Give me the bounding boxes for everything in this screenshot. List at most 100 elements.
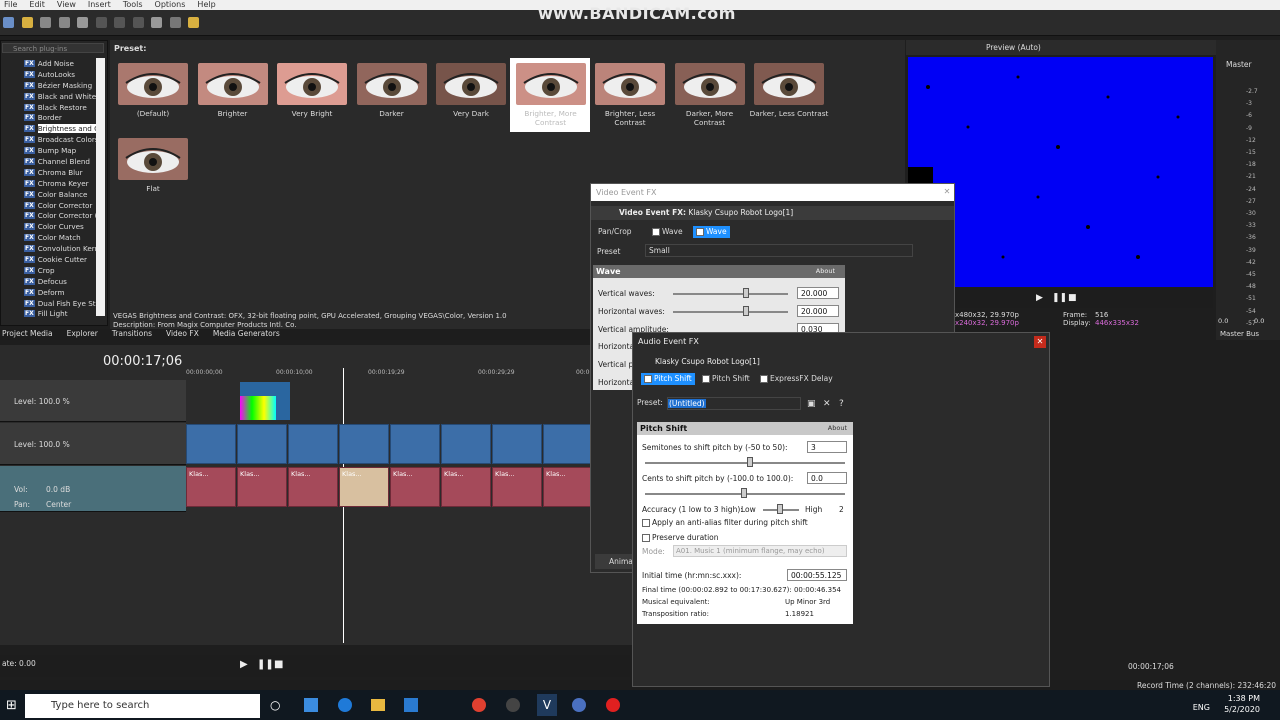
plugin-list-item[interactable]: FX Channel Blend	[2, 156, 96, 167]
dock-tab[interactable]: Transitions	[110, 329, 164, 340]
plugin-list-scrollbar[interactable]	[96, 58, 105, 316]
audio-clip[interactable]: Klas...	[186, 467, 236, 507]
plugin-list-item[interactable]: FX AutoLooks	[2, 69, 96, 80]
save-as-icon[interactable]	[58, 17, 70, 28]
audio-clip[interactable]: Klas...	[339, 467, 389, 507]
preview-stop-icon[interactable]: ■	[1068, 293, 1077, 303]
paste-icon[interactable]	[132, 17, 144, 28]
plugin-list-item[interactable]: FX Border	[2, 112, 96, 123]
preview-mode-dropdown[interactable]: Preview (Auto)	[986, 43, 1041, 52]
video-clip[interactable]	[441, 424, 491, 464]
new-project-icon[interactable]	[3, 17, 14, 28]
semitones-slider[interactable]	[645, 462, 845, 464]
audio-clip[interactable]: Klas...	[492, 467, 542, 507]
audio-clip[interactable]: Klas...	[543, 467, 593, 507]
help-icon[interactable]: ?	[839, 399, 844, 409]
audio-clip[interactable]: Klas...	[288, 467, 338, 507]
plugin-list-item[interactable]: FX Color Corrector	[2, 200, 96, 211]
plugin-list-item[interactable]: FX Broadcast Colors	[2, 134, 96, 145]
plugin-list-item[interactable]: FXConvolution Kerne	[2, 243, 96, 254]
save-preset-icon[interactable]: ▣	[807, 399, 816, 409]
open-folder-icon[interactable]	[21, 17, 33, 28]
preview-play-icon[interactable]: ▶	[1036, 293, 1043, 303]
plugin-list-item[interactable]: FX Add Noise	[2, 58, 96, 69]
semitones-input[interactable]: 3	[807, 441, 847, 453]
app-icon-blue[interactable]	[572, 698, 586, 712]
plugin-list-item[interactable]: FX Crop	[2, 265, 96, 276]
file-explorer-icon[interactable]	[371, 699, 385, 711]
horizontal-waves-input[interactable]: 20.000	[797, 305, 839, 317]
gpu-app-icon[interactable]	[506, 698, 520, 712]
plugin-list-item[interactable]: FX Deform	[2, 287, 96, 298]
plugin-list-item[interactable]: FX Color Match	[2, 232, 96, 243]
chain-wave-1[interactable]: Wave	[649, 226, 686, 238]
dock-tab[interactable]: Video FX	[164, 329, 211, 340]
menu-item[interactable]: Options	[155, 0, 186, 10]
language-indicator[interactable]: ENG	[1193, 702, 1210, 713]
menu-item[interactable]: Insert	[88, 0, 111, 10]
horizontal-waves-knob[interactable]	[743, 306, 749, 316]
dock-tab[interactable]: Explorer	[65, 329, 110, 340]
cents-knob[interactable]	[741, 488, 747, 498]
horizontal-waves-slider[interactable]	[673, 311, 788, 313]
undo-icon[interactable]	[151, 17, 163, 28]
pitch-about-link[interactable]: About	[828, 424, 847, 432]
menu-item[interactable]: File	[4, 0, 17, 10]
plugin-list-item[interactable]: FX Fill Light	[2, 308, 96, 319]
plugin-list-item[interactable]: FX Color Balance	[2, 189, 96, 200]
vertical-waves-input[interactable]: 20.000	[797, 287, 839, 299]
stop-icon[interactable]: ■	[274, 659, 283, 670]
preset-thumbnail[interactable]	[754, 63, 824, 105]
chain-pitch-shift-1[interactable]: Pitch Shift	[641, 373, 695, 385]
preset-thumbnail[interactable]	[674, 63, 745, 105]
audio-clip[interactable]: Klas...	[441, 467, 491, 507]
vertical-waves-slider[interactable]	[673, 293, 788, 295]
pitch-shift-1-checkbox[interactable]	[644, 375, 652, 383]
delete-preset-icon[interactable]: ✕	[823, 399, 831, 409]
copy-icon[interactable]	[114, 17, 126, 28]
preset-thumbnail[interactable]	[356, 63, 427, 105]
menu-item[interactable]: Tools	[123, 0, 143, 10]
play-icon[interactable]: ▶	[240, 659, 248, 670]
antialias-option[interactable]: Apply an anti-alias filter during pitch …	[642, 518, 808, 527]
dock-tab[interactable]: Project Media	[0, 329, 65, 340]
plugin-list-item[interactable]: FX Black Restore	[2, 102, 96, 113]
windows-start-icon[interactable]: ⊞	[6, 698, 17, 713]
cents-input[interactable]: 0.0	[807, 472, 847, 484]
pitch-shift-2-checkbox[interactable]	[702, 375, 710, 383]
plugin-list-item[interactable]: FX Bump Map	[2, 145, 96, 156]
save-icon[interactable]	[40, 17, 52, 28]
dock-tab[interactable]: Media Generators	[211, 329, 292, 340]
video-clip[interactable]	[237, 424, 287, 464]
audio-clip[interactable]: Klas...	[390, 467, 440, 507]
video-event-fx-titlebar[interactable]: Video Event FX	[591, 184, 954, 201]
preset-thumbnail[interactable]	[515, 63, 586, 105]
plugin-list-item[interactable]: FX Black and White	[2, 91, 96, 102]
antialias-checkbox[interactable]	[642, 519, 650, 527]
video-clip[interactable]	[492, 424, 542, 464]
vertical-waves-knob[interactable]	[743, 288, 749, 298]
preset-thumbnail[interactable]	[277, 63, 347, 105]
animate-button[interactable]: Animat	[595, 554, 637, 569]
chain-pan-crop[interactable]: Pan/Crop	[595, 226, 635, 238]
chain-wave-2[interactable]: Wave	[693, 226, 730, 238]
plugin-list-item[interactable]: FXDual Fish Eye Stitc	[2, 298, 96, 309]
edge-browser-icon[interactable]	[338, 698, 352, 712]
afx-preset-dropdown[interactable]: (Untitled)	[667, 397, 801, 410]
semitones-knob[interactable]	[747, 457, 753, 467]
menu-item[interactable]: Edit	[29, 0, 45, 10]
plugin-list-item[interactable]: FX Color Corrector (S	[2, 210, 96, 221]
video-clip[interactable]	[390, 424, 440, 464]
menu-item[interactable]: Help	[197, 0, 215, 10]
chain-expressfx-delay[interactable]: ExpressFX Delay	[757, 373, 836, 385]
audio-event-fx-titlebar[interactable]: Audio Event FX	[633, 333, 1049, 350]
redo-icon[interactable]	[169, 17, 181, 28]
expressfx-delay-checkbox[interactable]	[760, 375, 768, 383]
preserve-duration-option[interactable]: Preserve duration	[642, 533, 719, 542]
video-clip[interactable]	[186, 424, 236, 464]
wave-1-checkbox[interactable]	[652, 228, 660, 236]
properties-gear-icon[interactable]	[77, 17, 89, 28]
preserve-duration-checkbox[interactable]	[642, 534, 650, 542]
wave-2-checkbox[interactable]	[696, 228, 704, 236]
preset-thumbnail[interactable]	[197, 63, 268, 105]
